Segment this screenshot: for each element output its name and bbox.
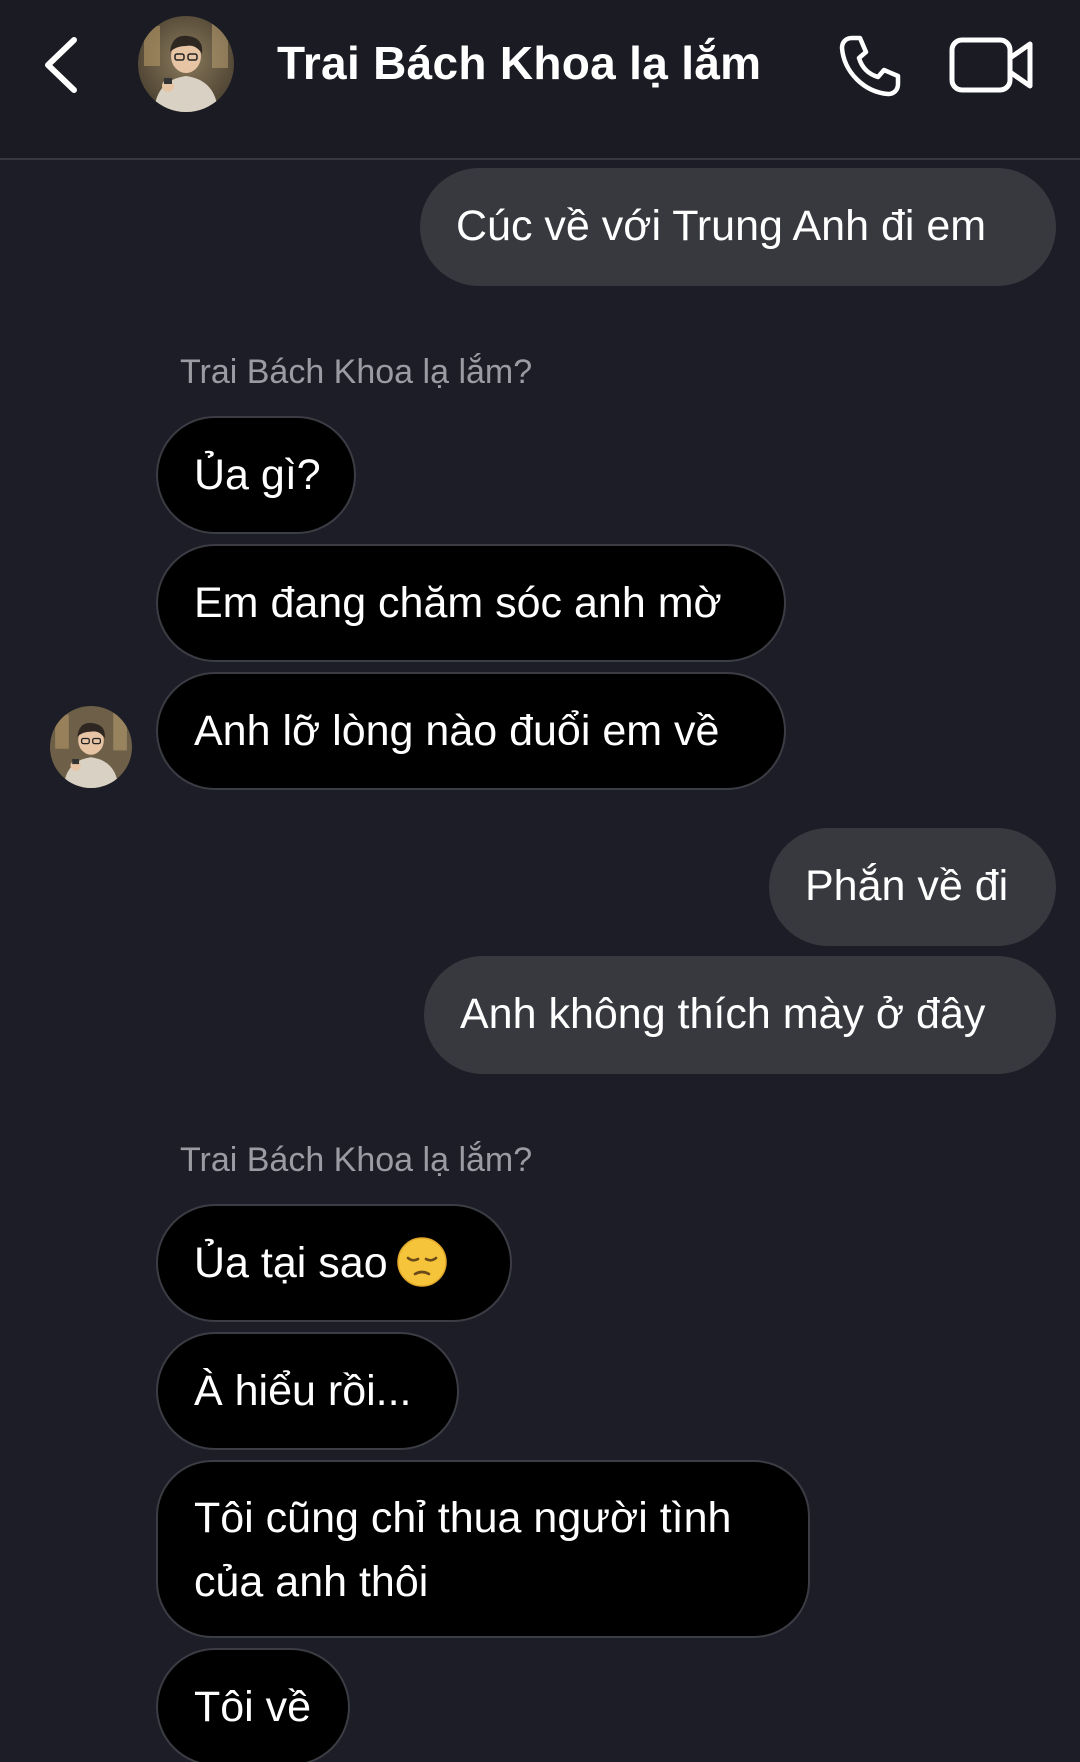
sender-label: Trai Bách Khoa lạ lắm? [180,1141,533,1179]
chevron-left-icon [45,37,77,93]
avatar-photo [138,16,234,112]
sender-avatar[interactable] [50,706,132,788]
outgoing-message[interactable]: Cúc về với Trung Anh đi em [420,168,1056,286]
message-text: Ủa tại sao [194,1239,388,1287]
incoming-message[interactable]: À hiểu rồi... [156,1332,459,1450]
message-text: Tôi cũng chỉ thua người tình của anh thô… [194,1494,732,1606]
avatar-photo [50,706,132,788]
incoming-message[interactable]: Em đang chăm sóc anh mờ [156,544,786,662]
incoming-message[interactable]: Tôi cũng chỉ thua người tình của anh thô… [156,1460,810,1638]
message-text: Anh lỡ lòng nào đuổi em về [194,707,720,755]
message-text: Phắn về đi [805,862,1009,910]
chat-header: Trai Bách Khoa lạ lắm [0,0,1080,160]
contact-avatar[interactable] [138,16,234,112]
message-text: À hiểu rồi... [194,1367,412,1415]
sender-label: Trai Bách Khoa lạ lắm? [180,353,533,391]
incoming-message[interactable]: Ủa gì? [156,416,356,534]
video-call-button[interactable] [948,32,1036,98]
message-text: Cúc về với Trung Anh đi em [456,202,987,250]
contact-name[interactable]: Trai Bách Khoa lạ lắm [277,36,761,90]
incoming-message[interactable]: Anh lỡ lòng nào đuổi em về [156,672,786,790]
chat-screen: Trai Bách Khoa lạ lắm Cúc về với Trung A… [0,0,1080,1762]
voice-call-button[interactable] [834,30,906,102]
back-button[interactable] [38,30,98,100]
message-text: Ủa gì? [194,451,321,499]
message-text: Em đang chăm sóc anh mờ [194,579,722,627]
outgoing-message[interactable]: Anh không thích mày ở đây [424,956,1056,1074]
phone-icon [839,35,901,97]
incoming-message[interactable]: Tôi về [156,1648,350,1762]
incoming-message[interactable]: Ủa tại sao [156,1204,512,1322]
pensive-face-emoji [396,1236,447,1287]
message-text: Anh không thích mày ở đây [460,990,986,1038]
message-text: Tôi về [194,1683,312,1731]
video-camera-icon [949,37,1033,93]
outgoing-message[interactable]: Phắn về đi [769,828,1056,946]
